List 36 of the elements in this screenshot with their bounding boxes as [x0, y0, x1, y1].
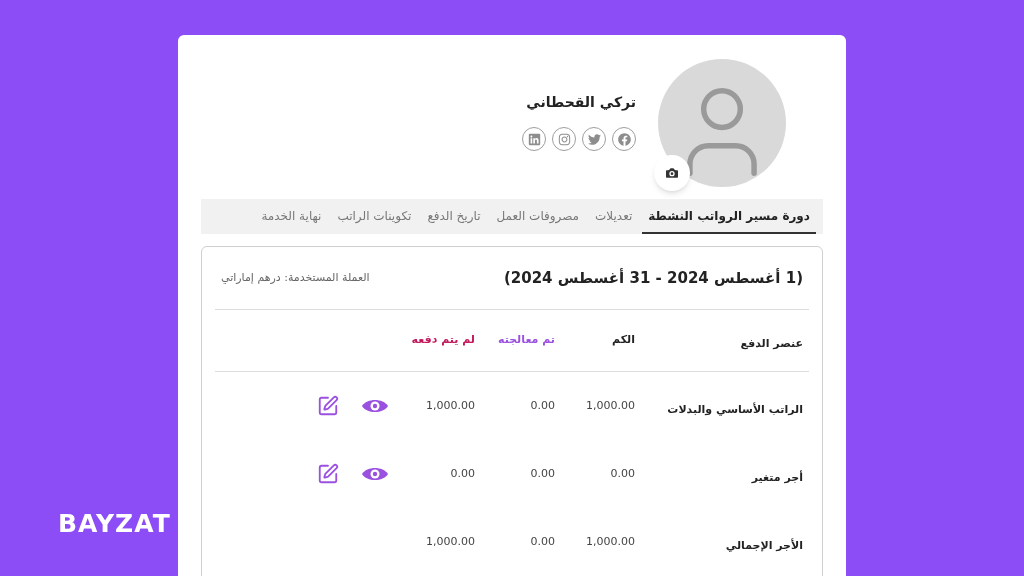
camera-button[interactable] [654, 155, 690, 191]
table-cell-text: 0.00 [529, 465, 555, 482]
edit-icon[interactable] [317, 395, 339, 417]
column-header: عنصر الدفع [739, 336, 803, 353]
tab[interactable]: دورة مسير الرواتب النشطة [642, 199, 816, 234]
camera-icon [664, 165, 680, 181]
table-cell-text: أجر متغير [750, 469, 803, 486]
table-cell-text: الأجر الإجمالي [724, 537, 803, 554]
column-header: الكم [611, 332, 635, 349]
table-cell-text: الراتب الأساسي والبدلات [666, 401, 803, 418]
profile-name: تركي القحطاني [526, 93, 636, 113]
tab[interactable]: تاريخ الدفع [421, 199, 487, 234]
table-cell-text: 1,000.00 [425, 533, 475, 550]
column-header: تم معالجته [497, 332, 555, 349]
edit-icon[interactable] [317, 463, 339, 485]
currency-label: العملة المستخدمة: درهم إماراتي [221, 269, 370, 286]
facebook-icon [617, 132, 631, 146]
view-icon[interactable] [361, 397, 389, 415]
linkedin-icon [527, 132, 541, 146]
column-header: لم يتم دفعه [410, 332, 475, 349]
tab[interactable]: تكوينات الراتب [331, 199, 418, 234]
table-cell-text: 0.00 [609, 465, 635, 482]
tab[interactable]: تعديلات [589, 199, 639, 234]
instagram-icon [557, 132, 571, 146]
table-cell-text: 0.00 [529, 533, 555, 550]
twitter-icon [587, 132, 601, 146]
table-cell-text: 1,000.00 [585, 397, 635, 414]
period-title: (1 أغسطس 2024 - 31 أغسطس 2024) [503, 267, 803, 289]
brand-logo: BAYZAT [58, 507, 171, 540]
table-cell-text: 0.00 [449, 465, 475, 482]
tab[interactable]: نهاية الخدمة [255, 199, 328, 234]
table-cell-text: 0.00 [529, 397, 555, 414]
table-cell-text: 1,000.00 [425, 397, 475, 414]
view-icon[interactable] [361, 465, 389, 483]
table-cell-text: 1,000.00 [585, 533, 635, 550]
tab[interactable]: مصروفات العمل [490, 199, 586, 234]
